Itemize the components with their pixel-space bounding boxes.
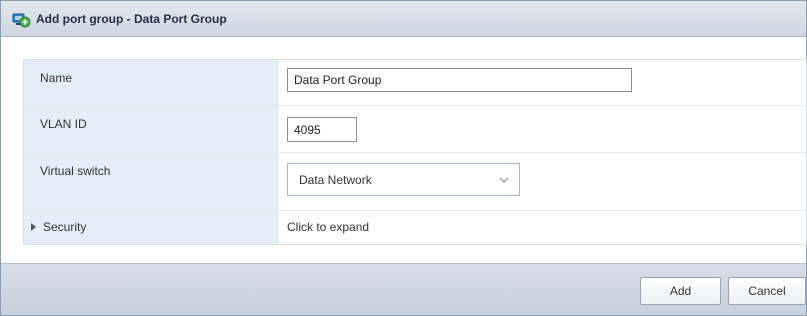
form-row-name: Name [24, 60, 806, 106]
network-port-group-icon [11, 9, 31, 29]
form-row-security: Security Click to expand [24, 211, 806, 244]
add-button[interactable]: Add [640, 277, 721, 305]
security-expander[interactable]: Security [31, 220, 86, 234]
security-label: Security [43, 220, 87, 234]
virtual-switch-select[interactable]: Data Network [287, 163, 520, 196]
chevron-down-icon [498, 174, 510, 186]
dialog-footer: Add Cancel [1, 263, 806, 315]
expand-triangle-icon [31, 223, 36, 231]
name-input[interactable] [287, 68, 632, 92]
form-row-virtual-switch: Virtual switch Data Network [24, 153, 806, 211]
port-group-form: Name VLAN ID Virtual switch Data Network [23, 59, 807, 245]
form-row-vlan: VLAN ID [24, 106, 806, 153]
vlan-id-label: VLAN ID [24, 106, 279, 152]
cancel-button[interactable]: Cancel [728, 277, 806, 305]
dialog-titlebar: Add port group - Data Port Group [1, 1, 806, 37]
add-port-group-dialog: Add port group - Data Port Group Name VL… [0, 0, 807, 316]
virtual-switch-label: Virtual switch [24, 153, 279, 210]
dialog-title: Add port group - Data Port Group [36, 11, 227, 26]
virtual-switch-selected-value: Data Network [299, 172, 372, 187]
click-to-expand-link[interactable]: Click to expand [287, 220, 369, 234]
vlan-id-input[interactable] [287, 117, 357, 142]
name-label: Name [24, 60, 279, 105]
